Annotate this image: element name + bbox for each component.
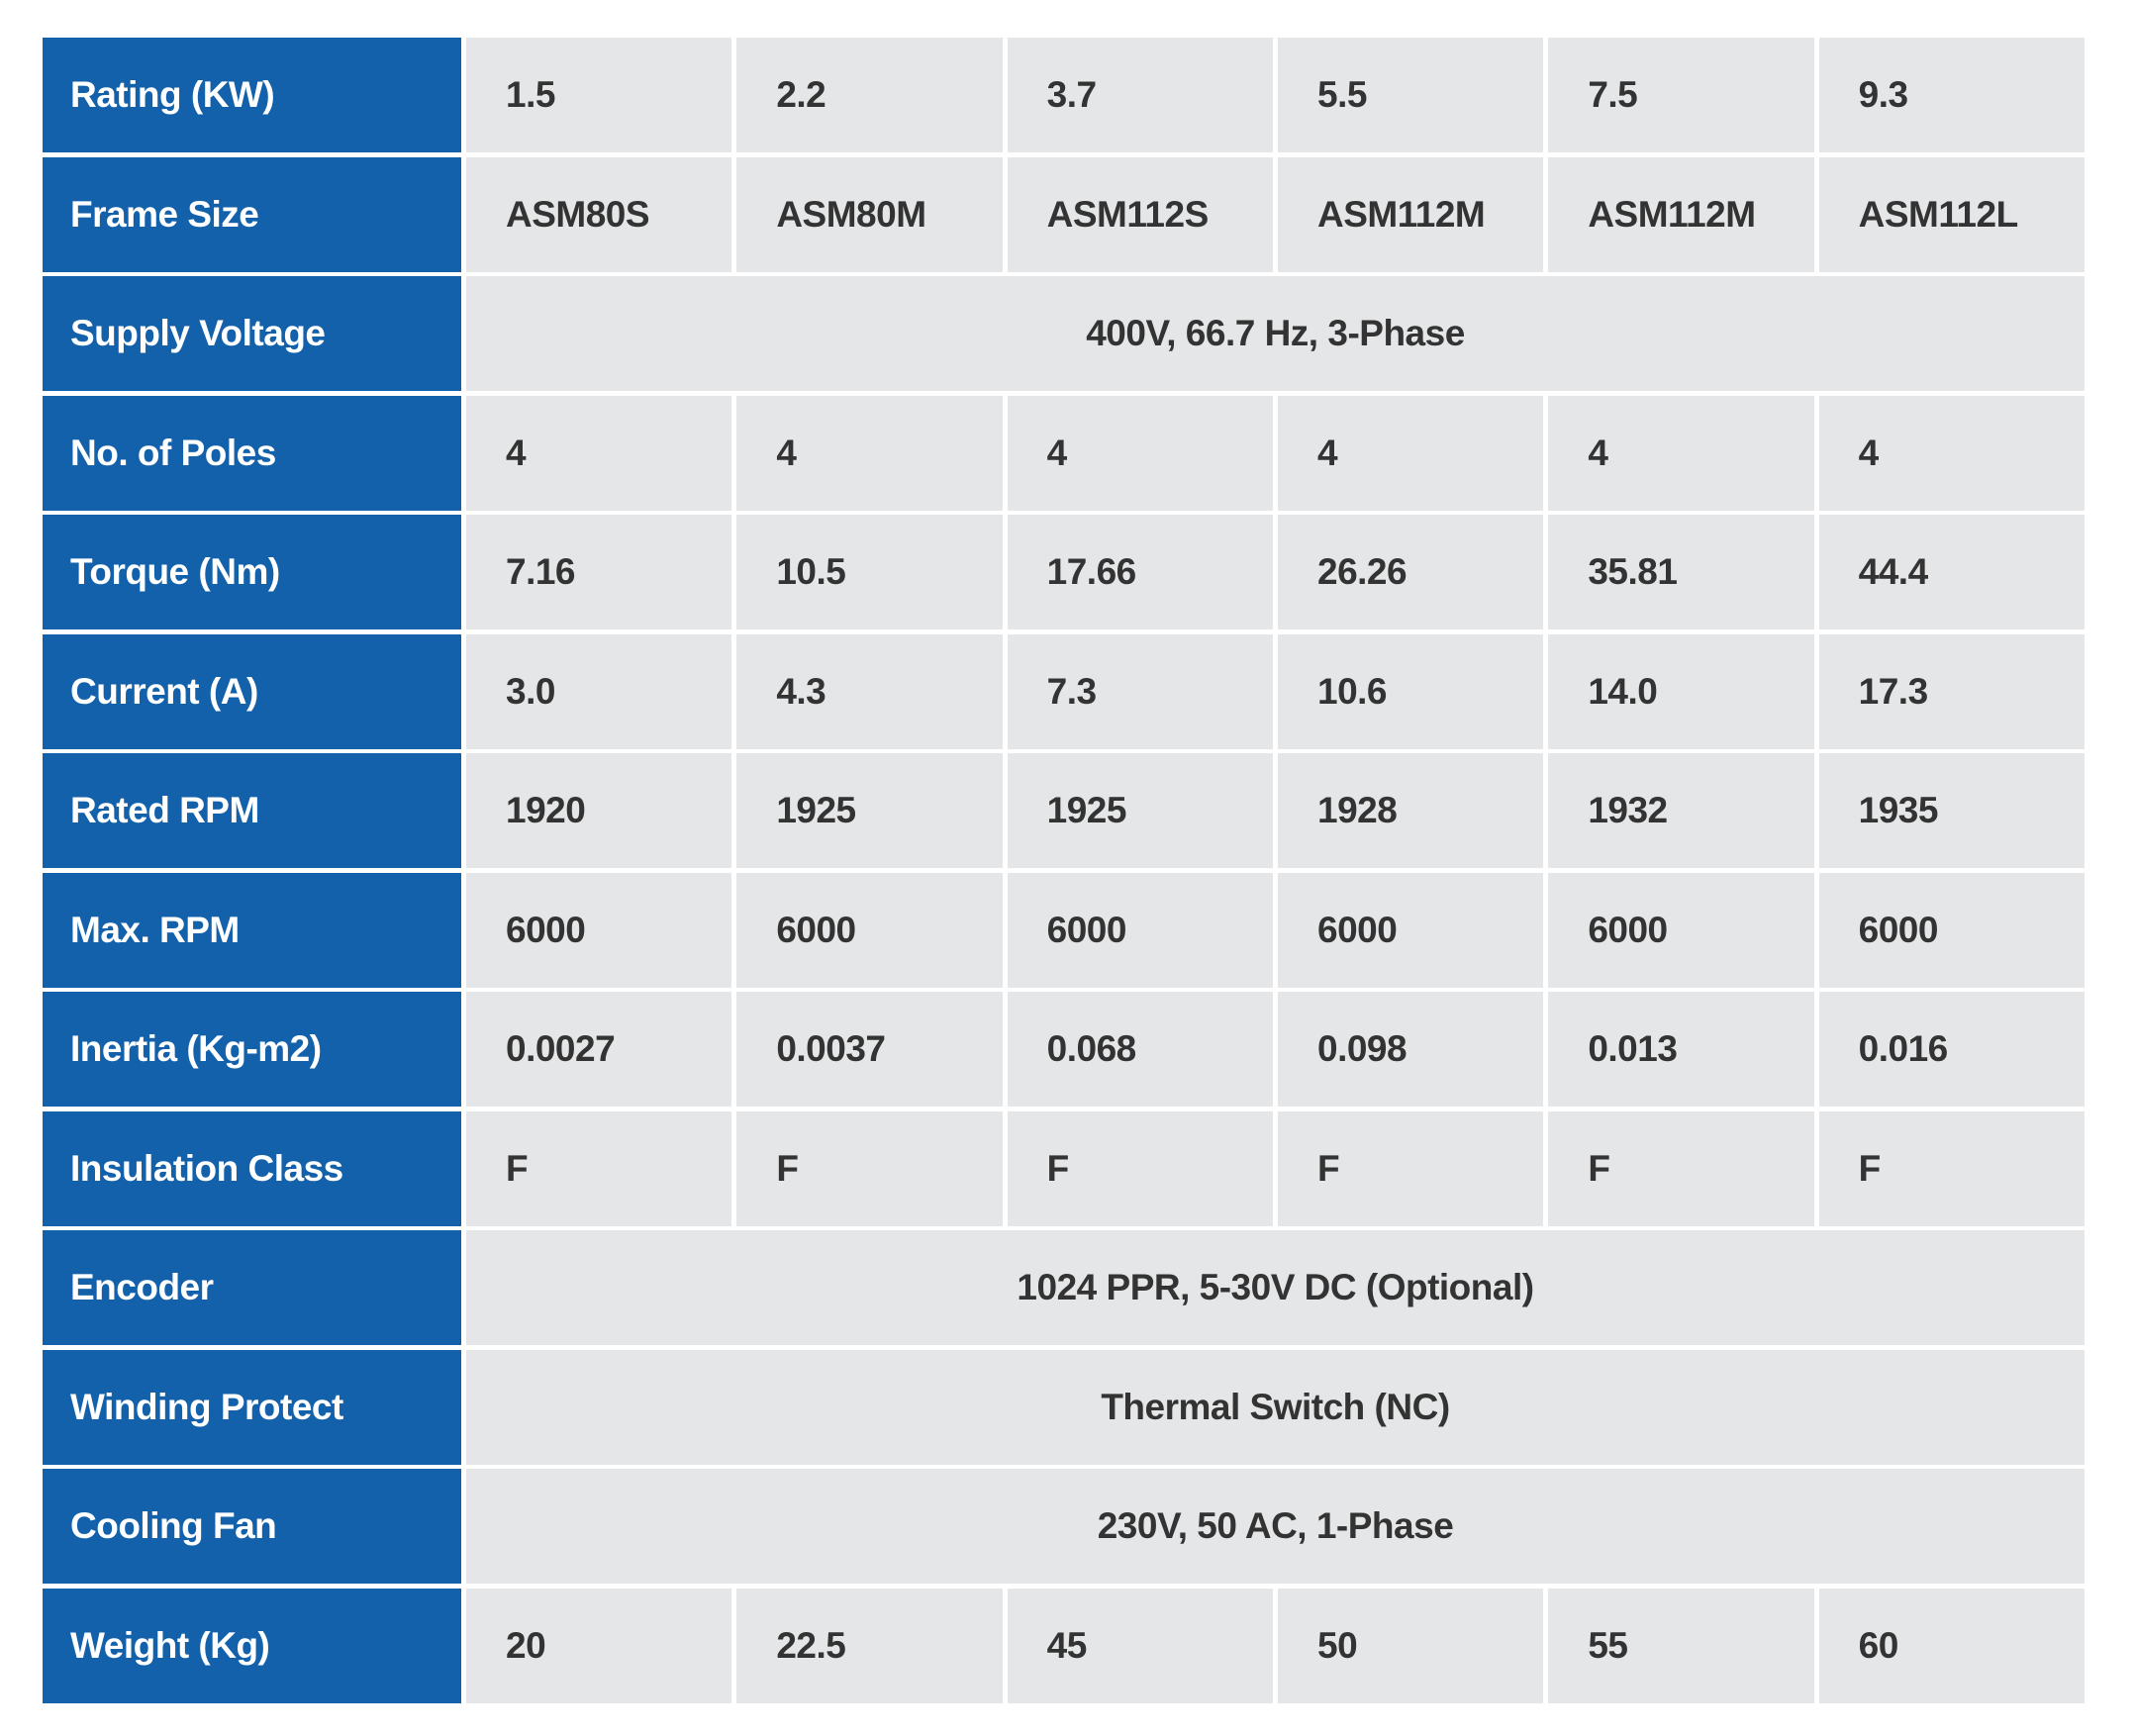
value-cell: 45 [1007,1588,1273,1703]
value-cell: ASM112M [1278,156,1544,272]
value-cell: 1935 [1818,753,2085,868]
value-cell: 22.5 [736,1588,1003,1703]
value-cell: 6000 [1818,872,2085,988]
value-cell: 0.0037 [736,992,1003,1107]
merged-value-cell: 400V, 66.7 Hz, 3-Phase [466,276,2085,391]
motor-spec-table: Rating (KW) 1.5 2.2 3.7 5.5 7.5 9.3 Frame Size A… [43,38,2085,1703]
value-cell: F [466,1110,732,1226]
value-cell: 6000 [1278,872,1544,988]
row-header: Max. RPM [43,872,461,988]
value-cell: F [1278,1110,1544,1226]
value-cell: 55 [1548,1588,1814,1703]
row-header: Cooling Fan [43,1469,461,1584]
value-cell: 17.66 [1007,515,1273,629]
value-cell: 0.016 [1818,992,2085,1107]
value-cell: F [1818,1110,2085,1226]
value-cell: 4.3 [736,633,1003,749]
value-cell: 1920 [466,753,732,868]
merged-value-cell: Thermal Switch (NC) [466,1349,2085,1465]
value-cell: F [736,1110,1003,1226]
value-cell: 50 [1278,1588,1544,1703]
value-cell: 0.013 [1548,992,1814,1107]
value-cell: 1925 [736,753,1003,868]
value-cell: 10.5 [736,515,1003,629]
value-cell: 0.0027 [466,992,732,1107]
value-cell: 0.098 [1278,992,1544,1107]
value-cell: 4 [1548,395,1814,511]
row-header: No. of Poles [43,395,461,511]
value-cell: 4 [466,395,732,511]
row-header: Winding Protect [43,1349,461,1465]
row-header: Rating (KW) [43,38,461,152]
merged-value-cell: 1024 PPR, 5-30V DC (Optional) [466,1230,2085,1345]
value-cell: ASM80S [466,156,732,272]
value-cell: 17.3 [1818,633,2085,749]
value-cell: 6000 [736,872,1003,988]
value-cell: 4 [1278,395,1544,511]
row-header: Torque (Nm) [43,515,461,629]
value-cell: 9.3 [1818,38,2085,152]
value-cell: 5.5 [1278,38,1544,152]
value-cell: ASM112S [1007,156,1273,272]
value-cell: 1928 [1278,753,1544,868]
value-cell: 6000 [1548,872,1814,988]
value-cell: 1.5 [466,38,732,152]
value-cell: 6000 [466,872,732,988]
value-cell: 60 [1818,1588,2085,1703]
value-cell: F [1007,1110,1273,1226]
value-cell: 2.2 [736,38,1003,152]
value-cell: 6000 [1007,872,1273,988]
value-cell: 4 [1818,395,2085,511]
value-cell: 0.068 [1007,992,1273,1107]
row-header: Inertia (Kg-m2) [43,992,461,1107]
value-cell: ASM80M [736,156,1003,272]
row-header: Supply Voltage [43,276,461,391]
value-cell: 4 [736,395,1003,511]
row-header: Rated RPM [43,753,461,868]
value-cell: F [1548,1110,1814,1226]
row-header: Weight (Kg) [43,1588,461,1703]
value-cell: 44.4 [1818,515,2085,629]
value-cell: ASM112M [1548,156,1814,272]
row-header: Current (A) [43,633,461,749]
value-cell: ASM112L [1818,156,2085,272]
merged-value-cell: 230V, 50 AC, 1-Phase [466,1469,2085,1584]
value-cell: 1925 [1007,753,1273,868]
value-cell: 4 [1007,395,1273,511]
value-cell: 10.6 [1278,633,1544,749]
value-cell: 20 [466,1588,732,1703]
value-cell: 3.7 [1007,38,1273,152]
value-cell: 35.81 [1548,515,1814,629]
row-header: Encoder [43,1230,461,1345]
row-header: Frame Size [43,156,461,272]
value-cell: 7.5 [1548,38,1814,152]
value-cell: 1932 [1548,753,1814,868]
value-cell: 7.3 [1007,633,1273,749]
value-cell: 3.0 [466,633,732,749]
row-header: Insulation Class [43,1110,461,1226]
value-cell: 7.16 [466,515,732,629]
value-cell: 14.0 [1548,633,1814,749]
value-cell: 26.26 [1278,515,1544,629]
